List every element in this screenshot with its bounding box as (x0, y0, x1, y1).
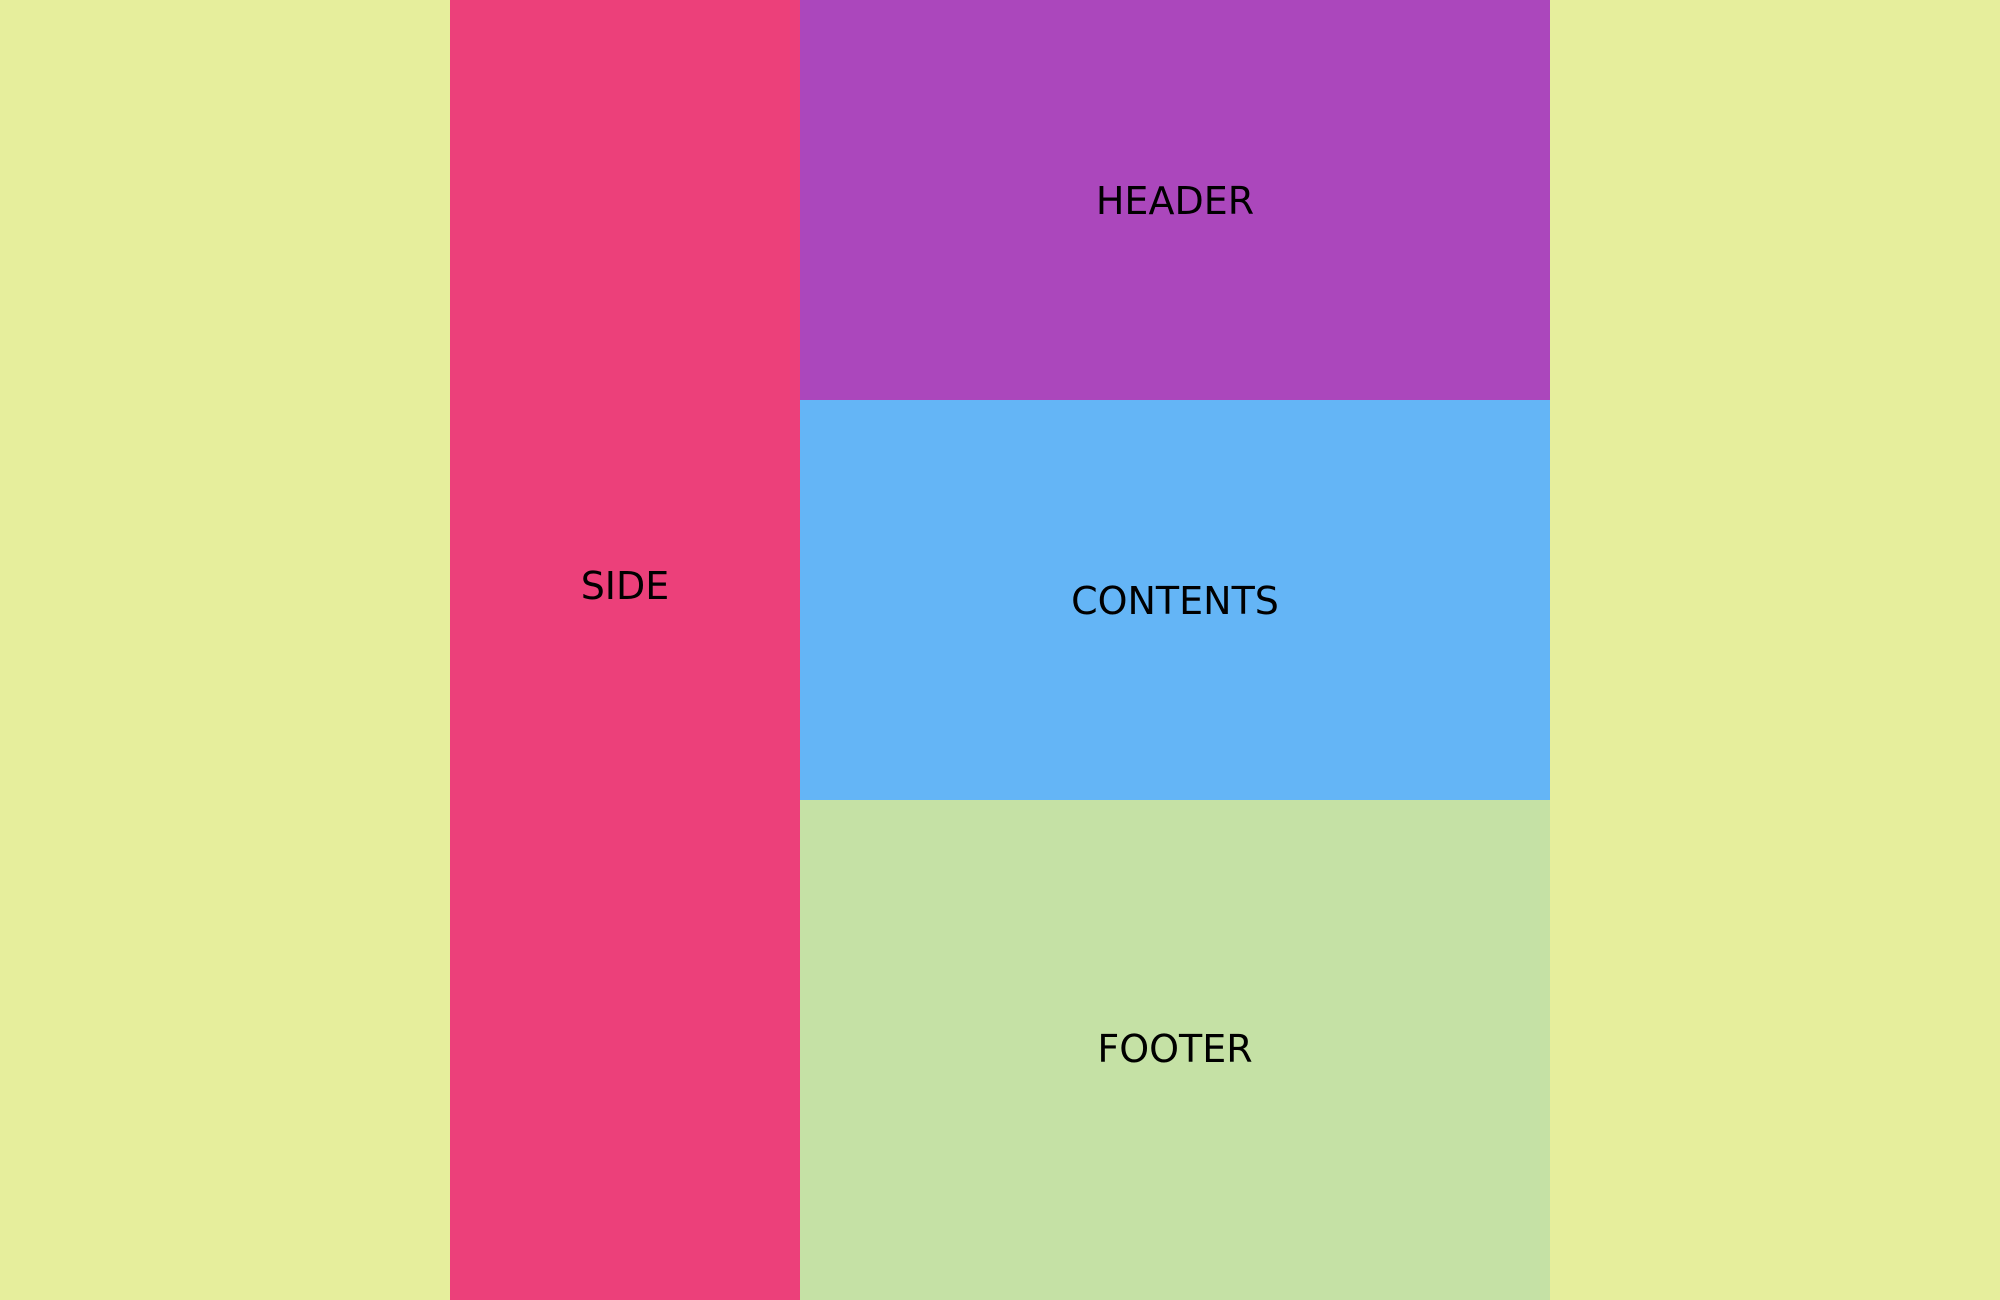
contents-label: CONTENTS (1071, 579, 1279, 623)
contents-panel: CONTENTS (800, 400, 1550, 800)
footer-panel: FOOTER (800, 800, 1550, 1300)
right-gutter (1550, 0, 2000, 1300)
footer-label: FOOTER (1097, 1027, 1253, 1071)
layout-canvas: SIDE HEADER CONTENTS FOOTER (0, 0, 2000, 1300)
header-panel: HEADER (800, 0, 1550, 400)
header-label: HEADER (1095, 179, 1255, 223)
left-gutter (0, 0, 450, 1300)
side-panel: SIDE (450, 0, 800, 1300)
side-label: SIDE (580, 564, 670, 608)
